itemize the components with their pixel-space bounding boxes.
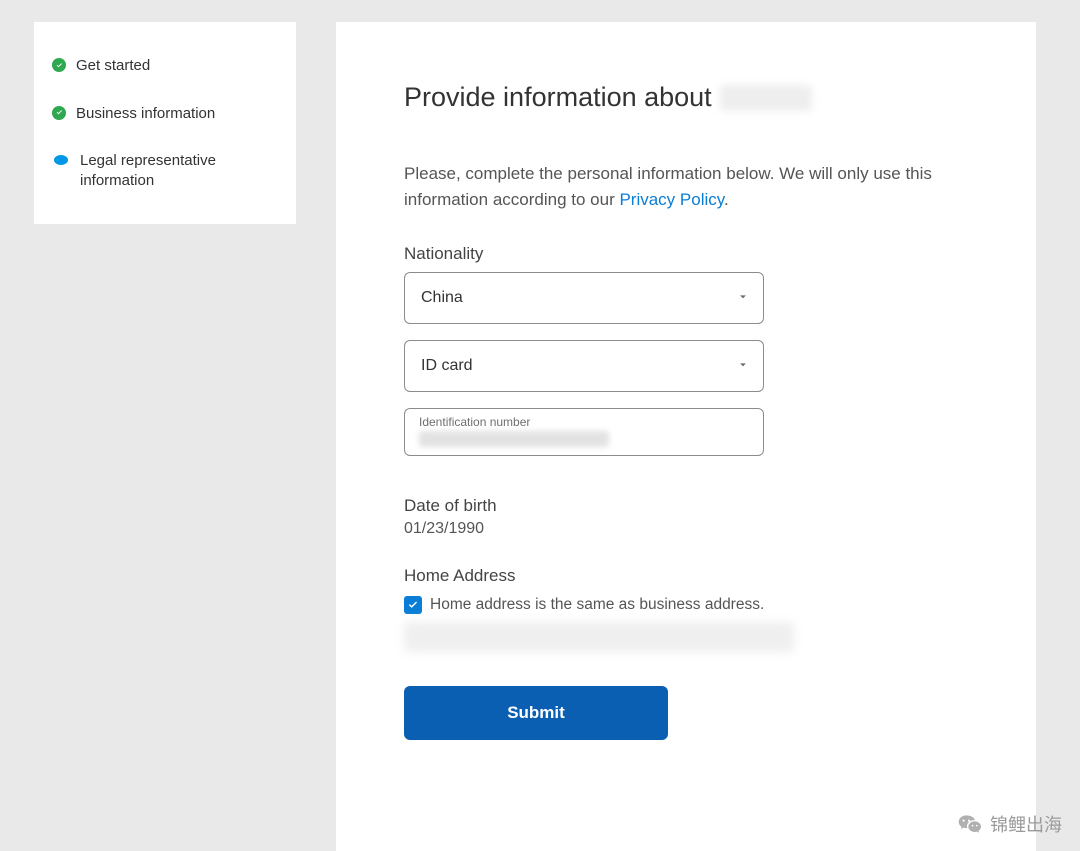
wechat-icon — [956, 812, 984, 836]
description-text: Please, complete the personal informatio… — [404, 161, 968, 214]
step-label: Business information — [76, 104, 215, 124]
nationality-label: Nationality — [404, 244, 968, 264]
description-suffix: . — [724, 190, 729, 209]
dob-value: 01/23/1990 — [404, 520, 968, 538]
form-panel: Provide information about Please, comple… — [336, 22, 1036, 851]
same-address-checkbox[interactable] — [404, 596, 422, 614]
redacted-id-number — [419, 431, 609, 447]
nationality-value[interactable]: China — [404, 272, 764, 324]
home-address-label: Home Address — [404, 566, 968, 586]
check-circle-icon — [52, 106, 66, 120]
same-address-checkbox-label: Home address is the same as business add… — [430, 596, 764, 614]
watermark: 锦鲤出海 — [956, 811, 1062, 837]
progress-sidebar: Get started Business information Legal r… — [34, 22, 296, 224]
step-business-information[interactable]: Business information — [48, 90, 286, 138]
dob-label: Date of birth — [404, 496, 968, 516]
id-type-value[interactable]: ID card — [404, 340, 764, 392]
watermark-text: 锦鲤出海 — [990, 811, 1062, 837]
submit-button[interactable]: Submit — [404, 686, 668, 740]
step-label: Legal representative information — [80, 151, 282, 190]
page-title: Provide information about — [404, 82, 968, 113]
privacy-policy-link[interactable]: Privacy Policy — [619, 190, 724, 209]
redacted-name — [720, 85, 812, 111]
same-address-row: Home address is the same as business add… — [404, 596, 968, 614]
check-circle-icon — [52, 58, 66, 72]
step-get-started[interactable]: Get started — [48, 42, 286, 90]
identification-number-placeholder: Identification number — [419, 415, 749, 429]
title-prefix: Provide information about — [404, 82, 712, 113]
step-label: Get started — [76, 56, 150, 76]
current-step-dot-icon — [54, 155, 68, 165]
page-layout: Get started Business information Legal r… — [0, 0, 1080, 851]
id-type-select[interactable]: ID card — [404, 340, 764, 392]
identification-number-field[interactable]: Identification number — [404, 408, 764, 456]
step-legal-representative[interactable]: Legal representative information — [48, 137, 286, 204]
redacted-address — [404, 622, 794, 652]
nationality-select[interactable]: China — [404, 272, 764, 324]
